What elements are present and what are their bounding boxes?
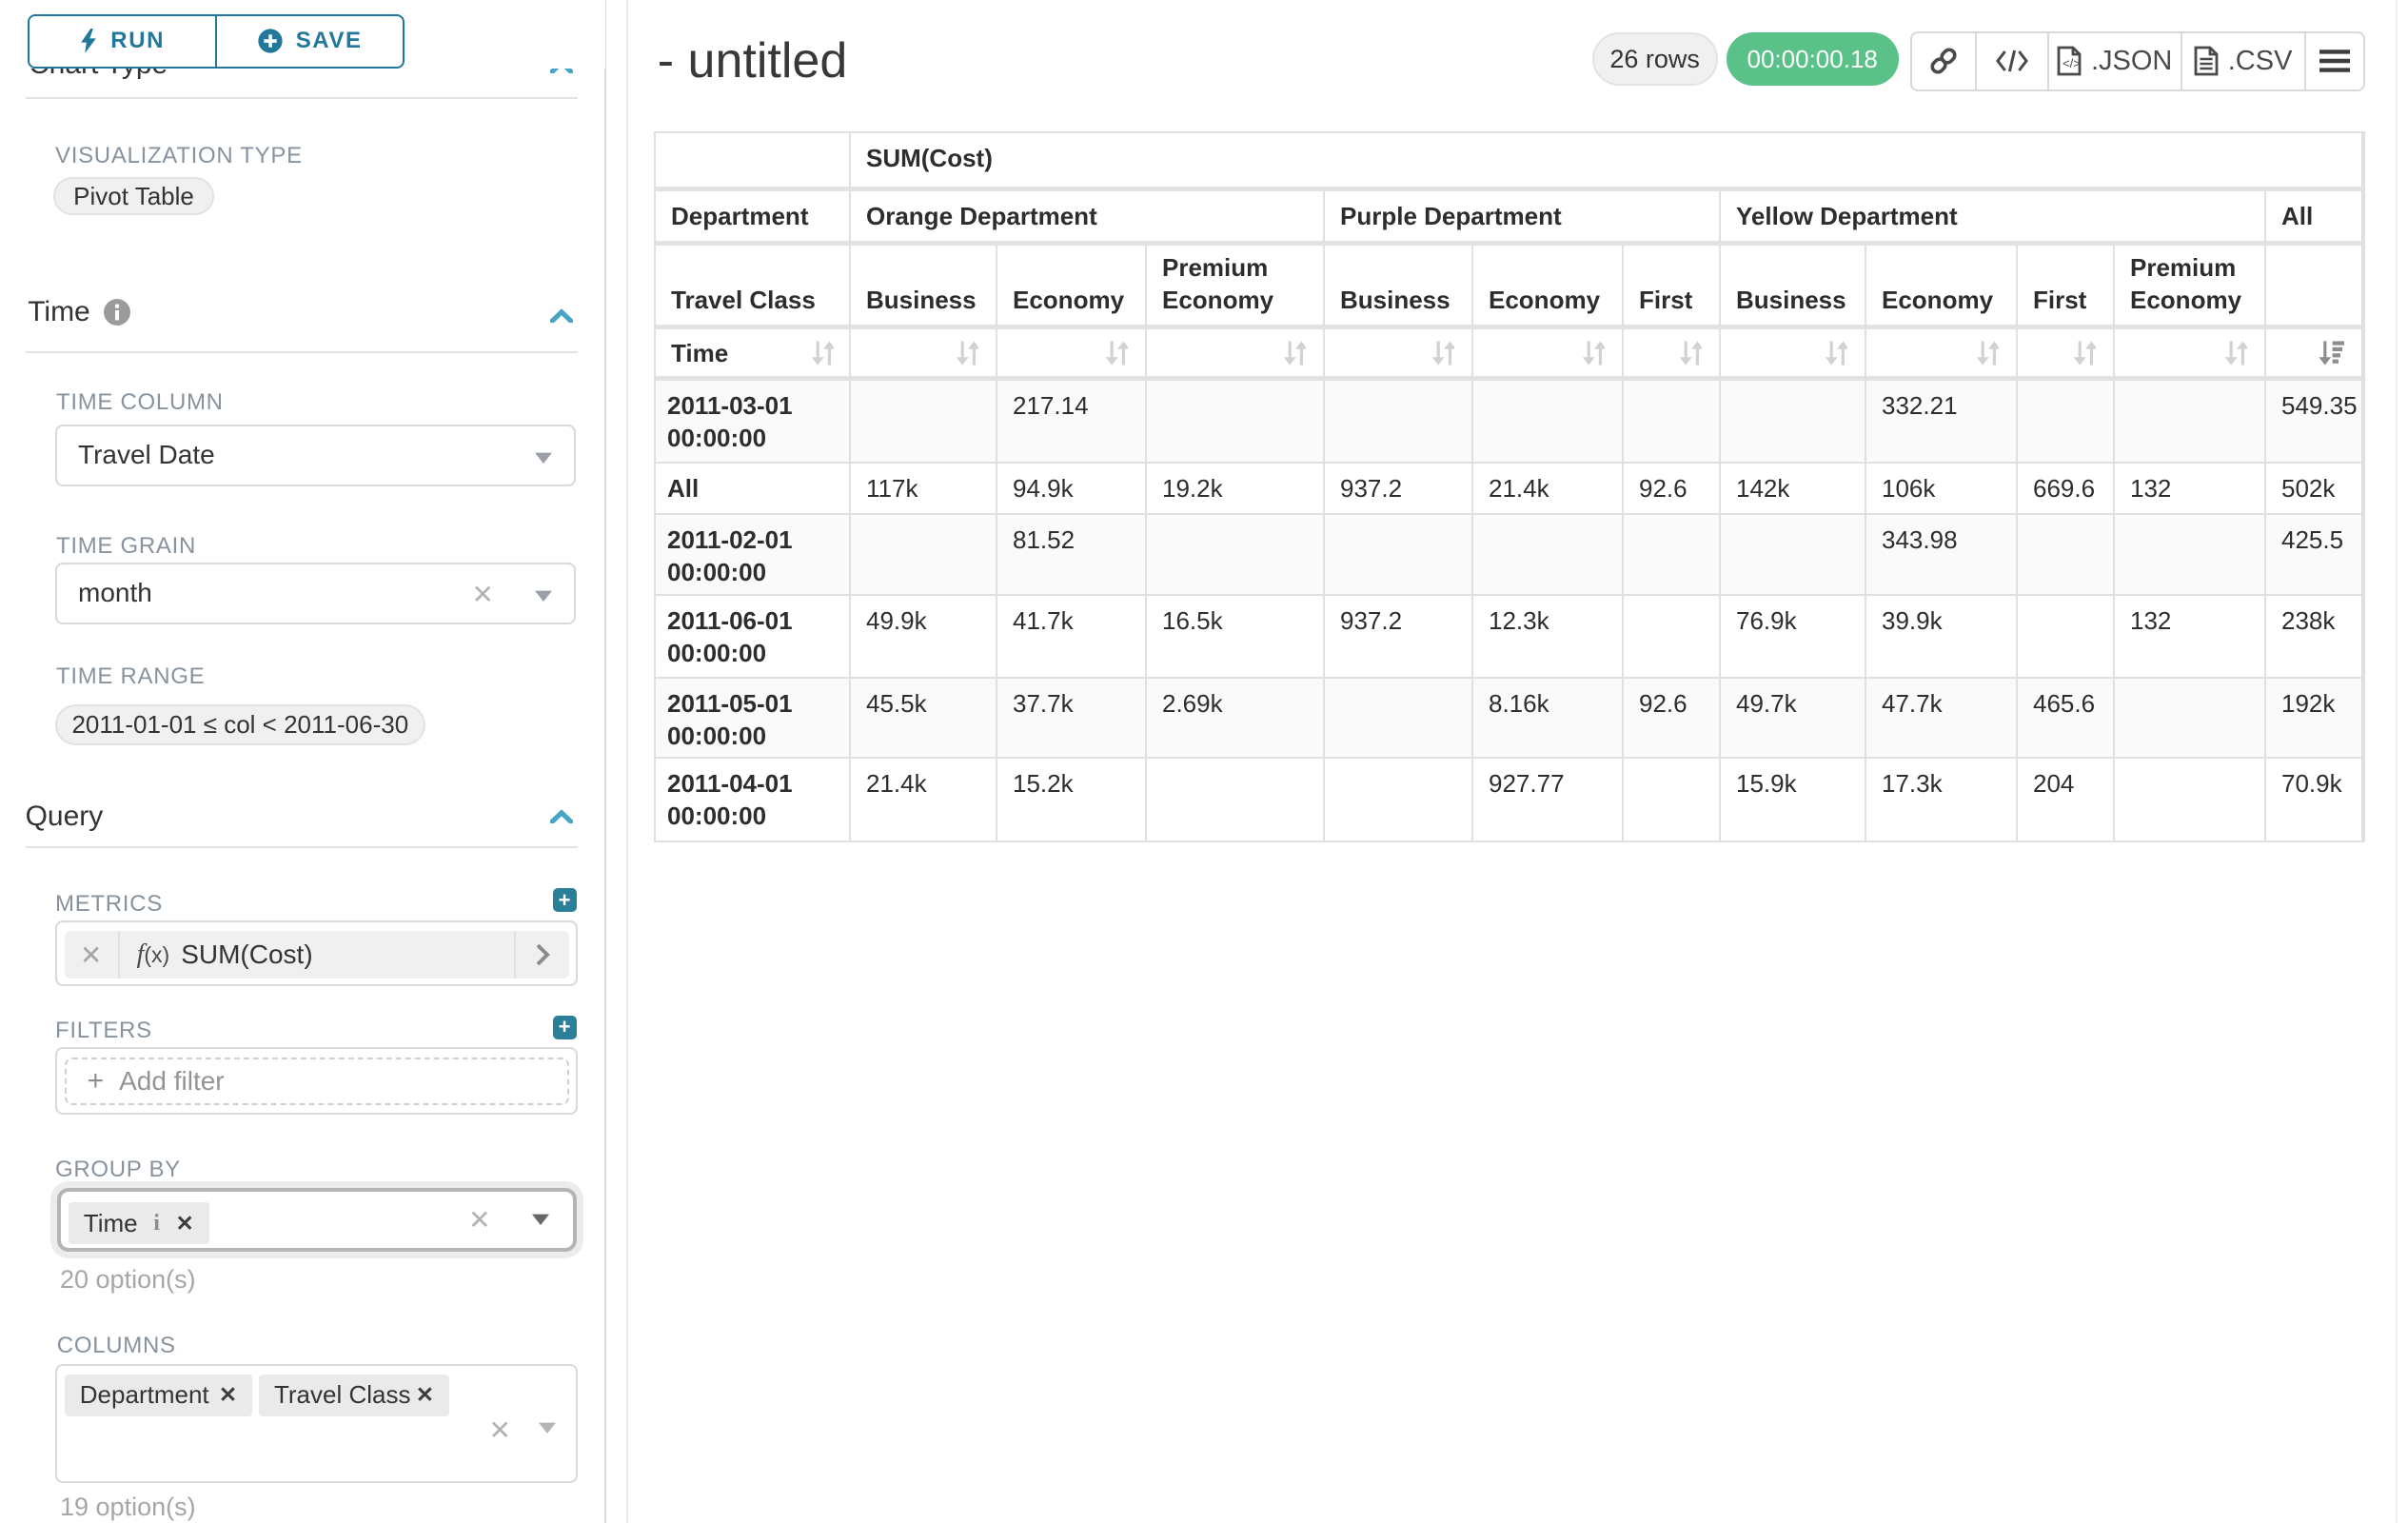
svg-text:</>: </>: [2063, 56, 2081, 70]
